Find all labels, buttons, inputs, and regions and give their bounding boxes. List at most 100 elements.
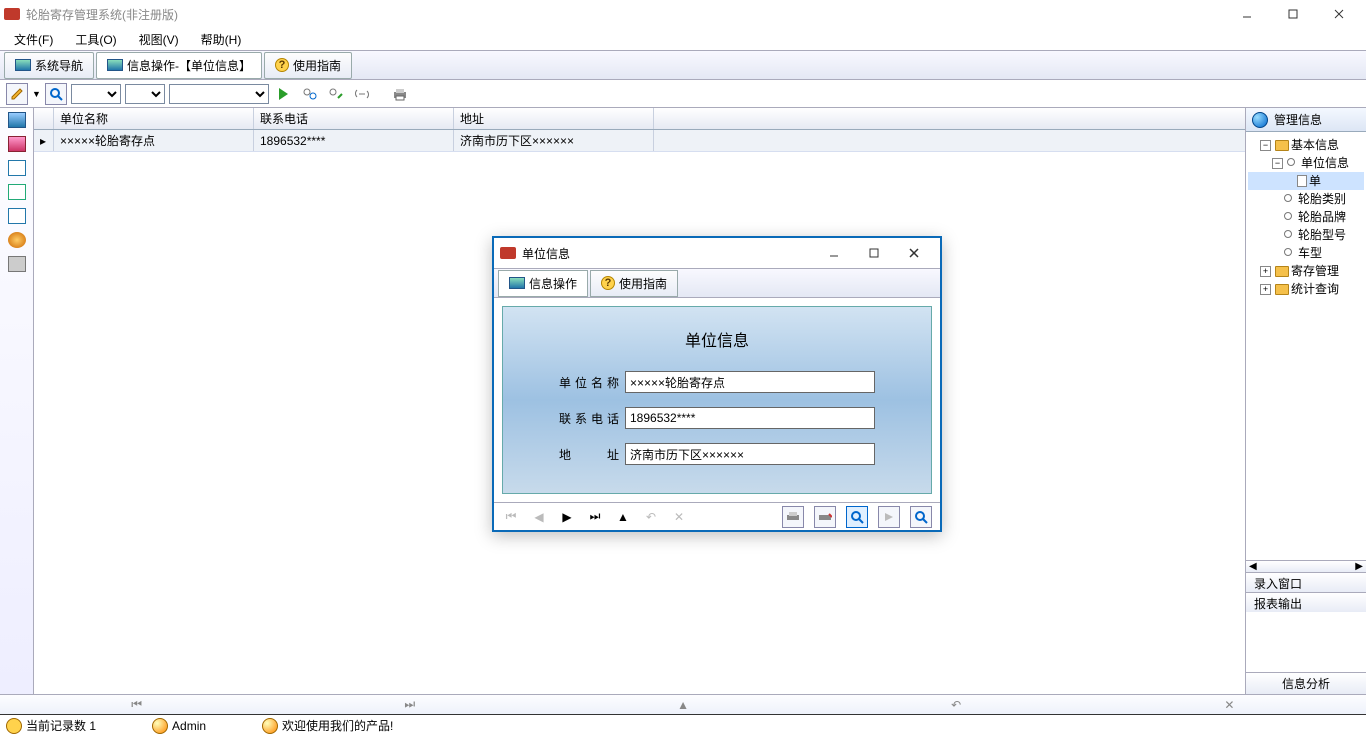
delete-button[interactable]: ✕	[670, 508, 688, 526]
unit-info-dialog: 单位信息 信息操作 ? 使用指南 单位信息 单位名称	[492, 236, 942, 532]
status-user: Admin	[172, 719, 206, 733]
side-icon-7[interactable]	[8, 256, 26, 272]
last-record-button[interactable]: ⏭	[586, 508, 604, 526]
next-record-button[interactable]: ▶	[558, 508, 576, 526]
print-button[interactable]	[782, 506, 804, 528]
side-icon-4[interactable]	[8, 184, 26, 200]
side-icon-2[interactable]	[8, 136, 26, 152]
filter-select-3[interactable]	[169, 84, 269, 104]
tab-system-nav[interactable]: 系统导航	[4, 52, 94, 79]
export-button[interactable]	[814, 506, 836, 528]
tab-guide[interactable]: ? 使用指南	[264, 52, 352, 79]
dialog-title: 单位信息	[522, 245, 814, 262]
search-record-button[interactable]	[846, 506, 868, 528]
tab-label: 系统导航	[35, 57, 83, 74]
close-button[interactable]	[1316, 0, 1362, 28]
maximize-button[interactable]	[1270, 0, 1316, 28]
cell-phone: 1896532****	[254, 130, 454, 151]
side-icon-5[interactable]	[8, 208, 26, 224]
titlebar: 轮胎寄存管理系统(非注册版)	[0, 0, 1366, 28]
dialog-tabs: 信息操作 ? 使用指南	[494, 268, 940, 298]
nav-delete[interactable]: ✕	[1093, 698, 1366, 712]
menu-tool[interactable]: 工具(O)	[65, 29, 126, 50]
dialog-maximize-button[interactable]	[854, 239, 894, 267]
tree-car-type[interactable]: 车型	[1248, 244, 1364, 262]
tree-unit-info[interactable]: −单位信息	[1248, 154, 1364, 172]
nav-up[interactable]: ▲	[546, 698, 819, 712]
col-phone[interactable]: 联系电话	[254, 108, 454, 129]
label-name: 单位名称	[559, 374, 619, 391]
tree-tire-type[interactable]: 轮胎类别	[1248, 190, 1364, 208]
search-button[interactable]	[45, 83, 67, 105]
prev-record-button[interactable]: ◀	[530, 508, 548, 526]
status-welcome: 欢迎使用我们的产品!	[282, 717, 393, 734]
input-phone[interactable]	[625, 407, 875, 429]
tree-basic-info[interactable]: −基本信息	[1248, 136, 1364, 154]
play-button[interactable]	[878, 506, 900, 528]
zoom-button[interactable]	[910, 506, 932, 528]
form-icon	[107, 59, 123, 71]
dropdown-arrow-icon[interactable]: ▼	[32, 89, 41, 99]
up-button[interactable]: ▲	[614, 508, 632, 526]
menu-view[interactable]: 视图(V)	[129, 29, 189, 50]
dialog-tab-info[interactable]: 信息操作	[498, 270, 588, 297]
print-button[interactable]	[389, 83, 411, 105]
undo-button[interactable]: ↶	[642, 508, 660, 526]
dialog-minimize-button[interactable]	[814, 239, 854, 267]
input-unit-name[interactable]	[625, 371, 875, 393]
welcome-icon	[262, 718, 278, 734]
records-icon	[6, 718, 22, 734]
tree-tire-model[interactable]: 轮胎型号	[1248, 226, 1364, 244]
dialog-close-button[interactable]	[894, 239, 934, 267]
dialog-titlebar[interactable]: 单位信息	[494, 238, 940, 268]
app-title: 轮胎寄存管理系统(非注册版)	[26, 6, 1224, 23]
tab-info-op[interactable]: 信息操作-【单位信息】	[96, 52, 262, 79]
input-address[interactable]	[625, 443, 875, 465]
tree-stat-query[interactable]: +统计查询	[1248, 280, 1364, 298]
menu-help[interactable]: 帮助(H)	[191, 29, 252, 50]
section-report-output[interactable]: 报表输出	[1246, 592, 1366, 612]
find-undo-button[interactable]	[325, 83, 347, 105]
nav-last[interactable]: ⏭	[273, 697, 546, 712]
dialog-nav-toolbar: ⏮ ◀ ▶ ⏭ ▲ ↶ ✕	[494, 502, 940, 530]
grid-row[interactable]: ▸ ×××××轮胎寄存点 1896532**** 济南市历下区××××××	[34, 130, 1245, 152]
find-person-button[interactable]	[299, 83, 321, 105]
dialog-tab-guide[interactable]: ? 使用指南	[590, 270, 678, 297]
scroll-left-icon[interactable]: ◀	[1246, 561, 1260, 572]
form-icon	[509, 277, 525, 289]
filter-select-2[interactable]	[125, 84, 165, 104]
tree-tire-brand[interactable]: 轮胎品牌	[1248, 208, 1364, 226]
edit-button[interactable]	[6, 83, 28, 105]
filter-select-1[interactable]	[71, 84, 121, 104]
side-icon-6[interactable]	[8, 232, 26, 248]
right-panel-title: 管理信息	[1274, 111, 1322, 128]
first-record-button[interactable]: ⏮	[502, 508, 520, 526]
label-phone: 联系电话	[559, 410, 619, 427]
col-name[interactable]: 单位名称	[54, 108, 254, 129]
right-panel-header: 管理信息	[1246, 108, 1366, 132]
right-panel: 管理信息 −基本信息 −单位信息 单 轮胎类别 轮胎品牌 轮胎型号 车型 +寄存…	[1246, 108, 1366, 694]
nav-first[interactable]: ⏮	[0, 697, 273, 712]
data-grid: 单位名称 联系电话 地址 ▸ ×××××轮胎寄存点 1896532**** 济南…	[34, 108, 1245, 152]
minimize-button[interactable]	[1224, 0, 1270, 28]
menu-file[interactable]: 文件(F)	[4, 29, 63, 50]
grid-header-row: 单位名称 联系电话 地址	[34, 108, 1245, 130]
nav-tree: −基本信息 −单位信息 单 轮胎类别 轮胎品牌 轮胎型号 车型 +寄存管理 +统…	[1246, 132, 1366, 302]
scroll-right-icon[interactable]: ▶	[1352, 561, 1366, 572]
link-button[interactable]	[351, 83, 373, 105]
main-tabbar: 系统导航 信息操作-【单位信息】 ? 使用指南	[0, 50, 1366, 80]
section-input-window[interactable]: 录入窗口	[1246, 572, 1366, 592]
row-marker: ▸	[34, 130, 54, 151]
globe-icon	[1252, 112, 1268, 128]
tab-label: 信息操作-【单位信息】	[127, 57, 251, 74]
side-icon-1[interactable]	[8, 112, 26, 128]
toolbar: ▼	[0, 80, 1366, 108]
right-panel-footer[interactable]: 信息分析	[1246, 672, 1366, 694]
side-icon-3[interactable]	[8, 160, 26, 176]
run-button[interactable]	[273, 83, 295, 105]
col-addr[interactable]: 地址	[454, 108, 654, 129]
left-toolbar	[0, 108, 34, 694]
tree-store-mgmt[interactable]: +寄存管理	[1248, 262, 1364, 280]
nav-undo[interactable]: ↶	[820, 698, 1093, 712]
tree-unit-sub[interactable]: 单	[1248, 172, 1364, 190]
